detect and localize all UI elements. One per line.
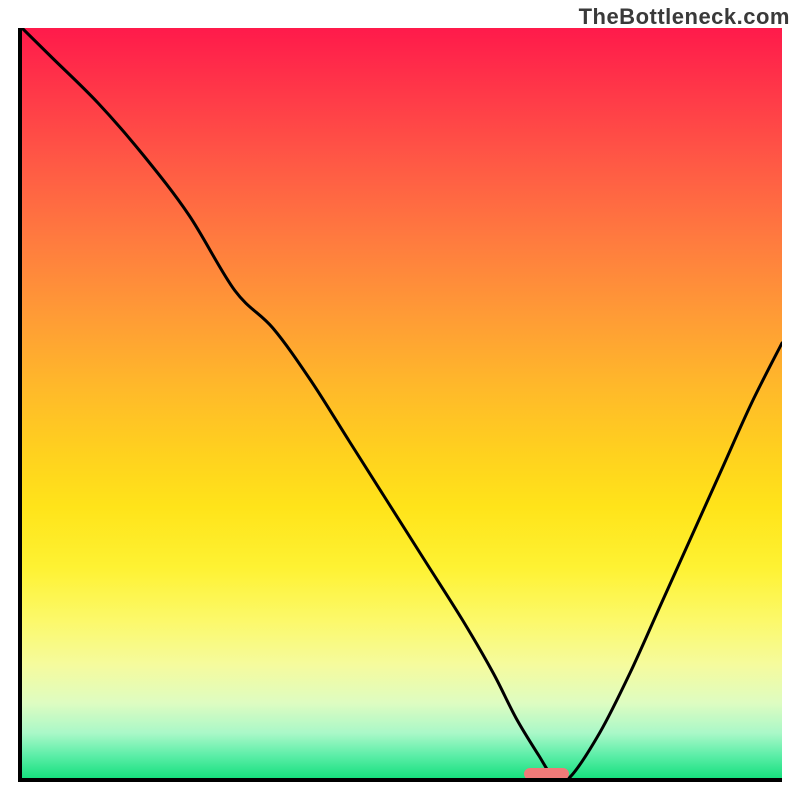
watermark-label: TheBottleneck.com <box>579 4 790 30</box>
optimum-marker <box>524 768 570 780</box>
plot-area <box>18 28 782 782</box>
chart-container: TheBottleneck.com <box>0 0 800 800</box>
curve-svg <box>22 28 782 778</box>
bottleneck-curve <box>22 28 782 778</box>
